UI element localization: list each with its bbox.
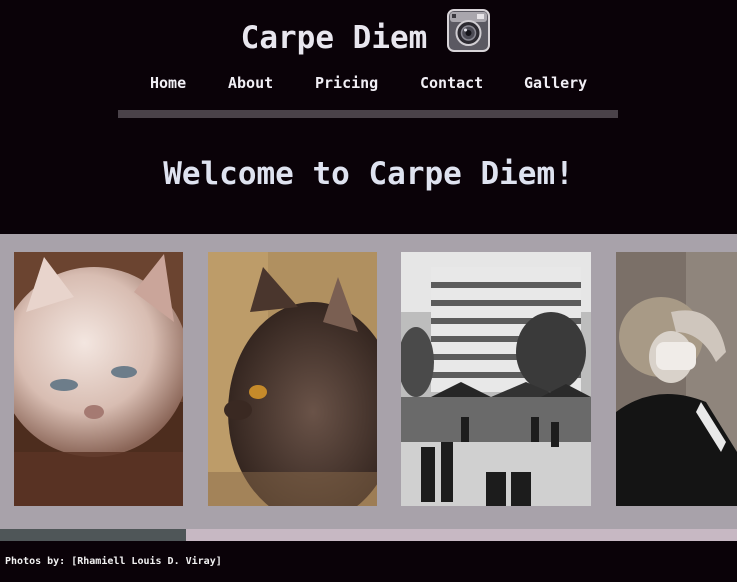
main-nav: Home About Pricing Contact Gallery: [118, 74, 618, 98]
tabby-cat-image: [208, 252, 377, 506]
gallery-photo-portrait[interactable]: [616, 252, 737, 506]
camera-icon[interactable]: [447, 9, 490, 52]
gallery-photo-white-kitten[interactable]: [14, 252, 183, 506]
site-header: Carpe Diem Home About Pricing Contact Ga…: [0, 0, 737, 234]
gallery-photo-city-market[interactable]: [401, 252, 591, 506]
nav-about[interactable]: About: [228, 74, 273, 92]
site-title: Carpe Diem: [240, 20, 428, 56]
gallery-scrollbar[interactable]: [0, 529, 737, 541]
photo-credits: Photos by: [Rhamiell Louis D. Viray]: [5, 556, 222, 567]
nav-home[interactable]: Home: [150, 74, 186, 92]
city-market-image: [401, 252, 591, 506]
white-kitten-image: [14, 252, 183, 506]
gallery-photo-tabby-cat[interactable]: [208, 252, 377, 506]
photo-gallery[interactable]: [0, 234, 737, 529]
scrollbar-thumb[interactable]: [0, 529, 186, 541]
nav-pricing[interactable]: Pricing: [315, 74, 378, 92]
nav-contact[interactable]: Contact: [420, 74, 483, 92]
welcome-heading: Welcome to Carpe Diem!: [163, 156, 574, 192]
nav-gallery[interactable]: Gallery: [524, 74, 587, 92]
portrait-image: [616, 252, 737, 506]
nav-divider: [118, 110, 618, 118]
site-footer: Photos by: [Rhamiell Louis D. Viray]: [0, 541, 737, 582]
